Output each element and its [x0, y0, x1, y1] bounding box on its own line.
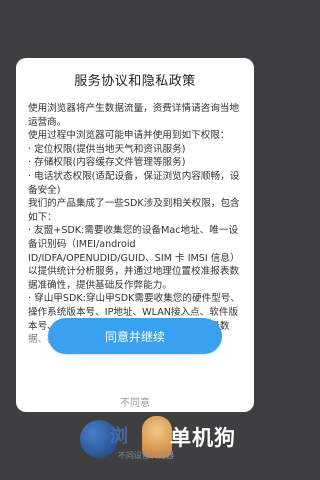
disagree-button[interactable]: 不同意 [16, 394, 254, 409]
policy-paragraph: · 友盟+SDK:需要收集您的设备Mac地址、唯一设备识别码（IMEI/andr… [28, 225, 240, 291]
policy-paragraph: · 存储权限(内容缓存文件管理等服务) [28, 157, 186, 169]
policy-paragraph: 使用过程中浏览器可能申请并使用到如下权限： [28, 130, 230, 142]
privacy-dialog: 服务协议和隐私政策 使用浏览器将产生数据流量，资费详情请咨询当地运营商。 使用过… [16, 58, 254, 412]
policy-text[interactable]: 使用浏览器将产生数据流量，资费详情请咨询当地运营商。 使用过程中浏览器可能申请并… [28, 102, 244, 346]
site-watermark: 浏 单机狗 不同设备浏览器 [80, 416, 262, 464]
policy-paragraph: 使用浏览器将产生数据流量，资费详情请咨询当地运营商。 [28, 103, 240, 128]
policy-paragraph: · 定位权限(提供当地天气和资讯服务) [28, 143, 186, 155]
policy-paragraph: 我们的产品集成了一些SDK涉及到相关权限，包含如下： [28, 198, 240, 223]
watermark-slogan: 不同设备浏览器 [118, 451, 174, 460]
policy-paragraph: · 电话状态权限(适配设备，保证浏览内容顺畅，设备安全) [28, 170, 240, 196]
watermark-browser-text: 浏 [110, 426, 128, 447]
dialog-title: 服务协议和隐私政策 [74, 74, 196, 89]
watermark-brand: 单机狗 [170, 426, 236, 450]
agree-continue-button[interactable]: 同意并继续 [48, 318, 222, 354]
